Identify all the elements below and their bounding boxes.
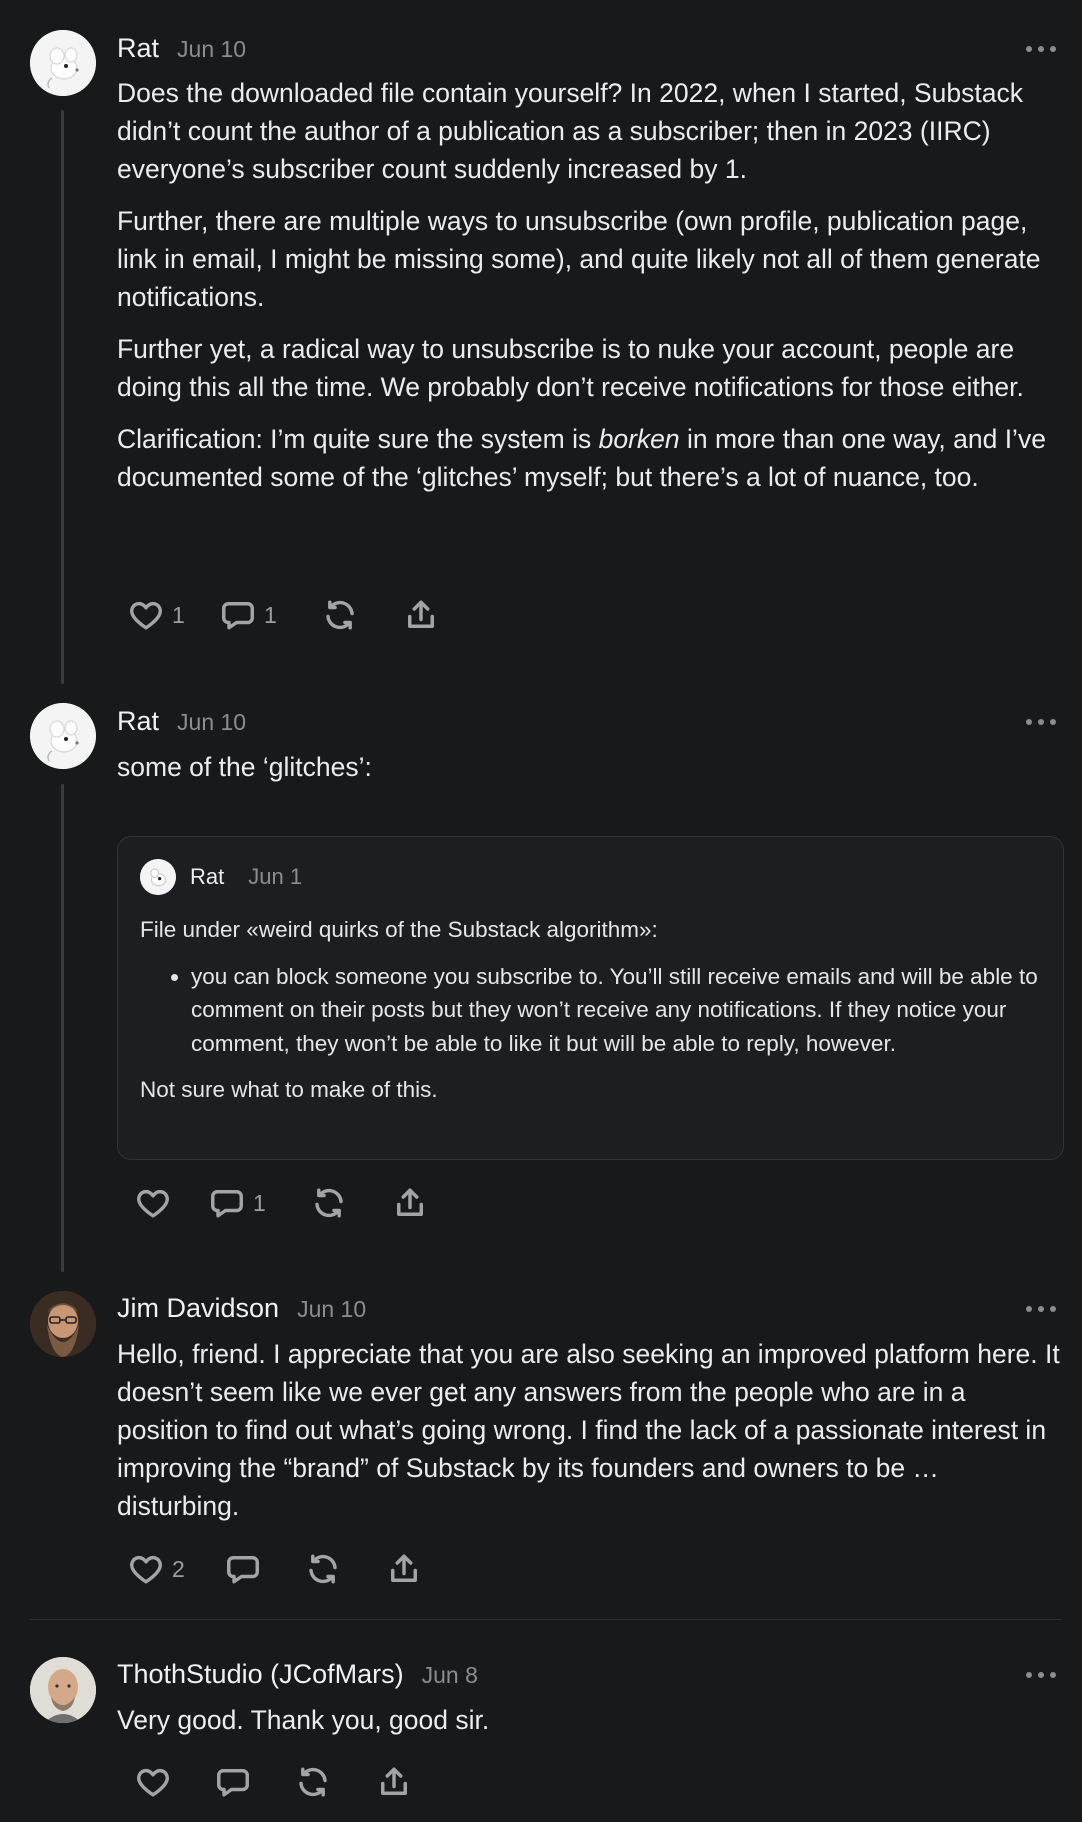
comment-bubble-icon <box>225 1551 261 1587</box>
comment-paragraph: Hello, friend. I appreciate that you are… <box>117 1339 1060 1521</box>
reply-count: 1 <box>253 1189 266 1216</box>
restack-icon <box>322 597 358 633</box>
share-icon <box>386 1551 422 1587</box>
comment-date[interactable]: Jun 10 <box>177 709 246 736</box>
restack-button[interactable] <box>295 1764 376 1800</box>
comment-body: Very good. Thank you, good sir. <box>117 1701 1062 1753</box>
comment-paragraph: Clarification: I’m quite sure the system… <box>117 420 1062 496</box>
like-button[interactable] <box>135 1764 215 1800</box>
quoted-outro: Not sure what to make of this. <box>140 1077 438 1102</box>
clarification-text: Clarification: I’m quite sure the system… <box>117 424 599 454</box>
restack-button[interactable] <box>322 597 403 633</box>
rat-avatar-icon <box>140 859 176 895</box>
more-dots-icon[interactable] <box>1026 1669 1056 1681</box>
comment-paragraph: Further yet, a radical way to unsubscrib… <box>117 334 1024 402</box>
share-button[interactable] <box>376 1764 412 1800</box>
quoted-bullet: you can block someone you subscribe to. … <box>191 960 1040 1061</box>
like-button[interactable]: 2 <box>128 1551 225 1587</box>
reply-button[interactable]: 1 <box>220 597 322 633</box>
rat-avatar-icon[interactable] <box>30 30 96 96</box>
emphasis-text: borken <box>598 424 680 454</box>
share-icon <box>392 1185 428 1221</box>
share-button[interactable] <box>392 1185 428 1221</box>
share-button[interactable] <box>403 597 439 633</box>
bald-man-avatar-icon[interactable] <box>30 1657 96 1723</box>
comment-date[interactable]: Jun 10 <box>297 1296 366 1323</box>
comment-bubble-icon <box>209 1185 245 1221</box>
like-count: 1 <box>172 601 185 628</box>
like-button[interactable]: 1 <box>128 597 220 633</box>
quoted-body: File under «weird quirks of the Substack… <box>140 913 1040 1107</box>
comment-body: Hello, friend. I appreciate that you are… <box>117 1335 1062 1539</box>
comment-body: some of the ‘glitches’: <box>117 748 1062 800</box>
thread-line <box>61 784 64 1272</box>
comment-bubble-icon <box>215 1764 251 1800</box>
comment-body: Does the downloaded file contain yoursel… <box>117 74 1062 510</box>
comment-bubble-icon <box>220 597 256 633</box>
share-icon <box>376 1764 412 1800</box>
reply-count: 1 <box>264 601 277 628</box>
bearded-man-avatar-icon[interactable] <box>30 1291 96 1357</box>
more-dots-icon[interactable] <box>1026 43 1056 55</box>
quoted-intro: File under «weird quirks of the Substack… <box>140 917 658 942</box>
comment-paragraph: Does the downloaded file contain yoursel… <box>117 78 1023 184</box>
restack-button[interactable] <box>311 1185 392 1221</box>
more-dots-icon[interactable] <box>1026 716 1056 728</box>
quoted-author-name: Rat <box>190 864 225 889</box>
share-button[interactable] <box>386 1551 422 1587</box>
author-name[interactable]: Rat <box>117 706 159 737</box>
reply-button[interactable] <box>215 1764 295 1800</box>
like-count: 2 <box>172 1555 185 1582</box>
restack-icon <box>295 1764 331 1800</box>
heart-icon <box>128 597 164 633</box>
author-name[interactable]: Jim Davidson <box>117 1293 279 1324</box>
comment-paragraph: Very good. Thank you, good sir. <box>117 1705 490 1735</box>
restack-icon <box>311 1185 347 1221</box>
comment-divider <box>30 1619 1062 1620</box>
heart-icon <box>135 1764 171 1800</box>
comment-paragraph: some of the ‘glitches’: <box>117 752 372 782</box>
heart-icon <box>128 1551 164 1587</box>
rat-avatar-icon[interactable] <box>30 703 96 769</box>
like-button[interactable] <box>135 1185 209 1221</box>
comment: Rat Jun 10 Does the downloaded file cont… <box>0 0 1082 680</box>
author-name[interactable]: ThothStudio (JCofMars) <box>117 1659 404 1690</box>
heart-icon <box>135 1185 171 1221</box>
quoted-date: Jun 1 <box>248 864 303 889</box>
comment-paragraph: Further, there are multiple ways to unsu… <box>117 206 1041 312</box>
reply-button[interactable] <box>225 1551 305 1587</box>
comment-date[interactable]: Jun 10 <box>177 36 246 63</box>
more-dots-icon[interactable] <box>1026 1303 1056 1315</box>
comment-date[interactable]: Jun 8 <box>422 1662 478 1689</box>
author-name[interactable]: Rat <box>117 33 159 64</box>
reply-button[interactable]: 1 <box>209 1185 311 1221</box>
quoted-note-card[interactable]: Rat Jun 1 File under «weird quirks of th… <box>117 836 1064 1160</box>
share-icon <box>403 597 439 633</box>
restack-icon <box>305 1551 341 1587</box>
restack-button[interactable] <box>305 1551 386 1587</box>
